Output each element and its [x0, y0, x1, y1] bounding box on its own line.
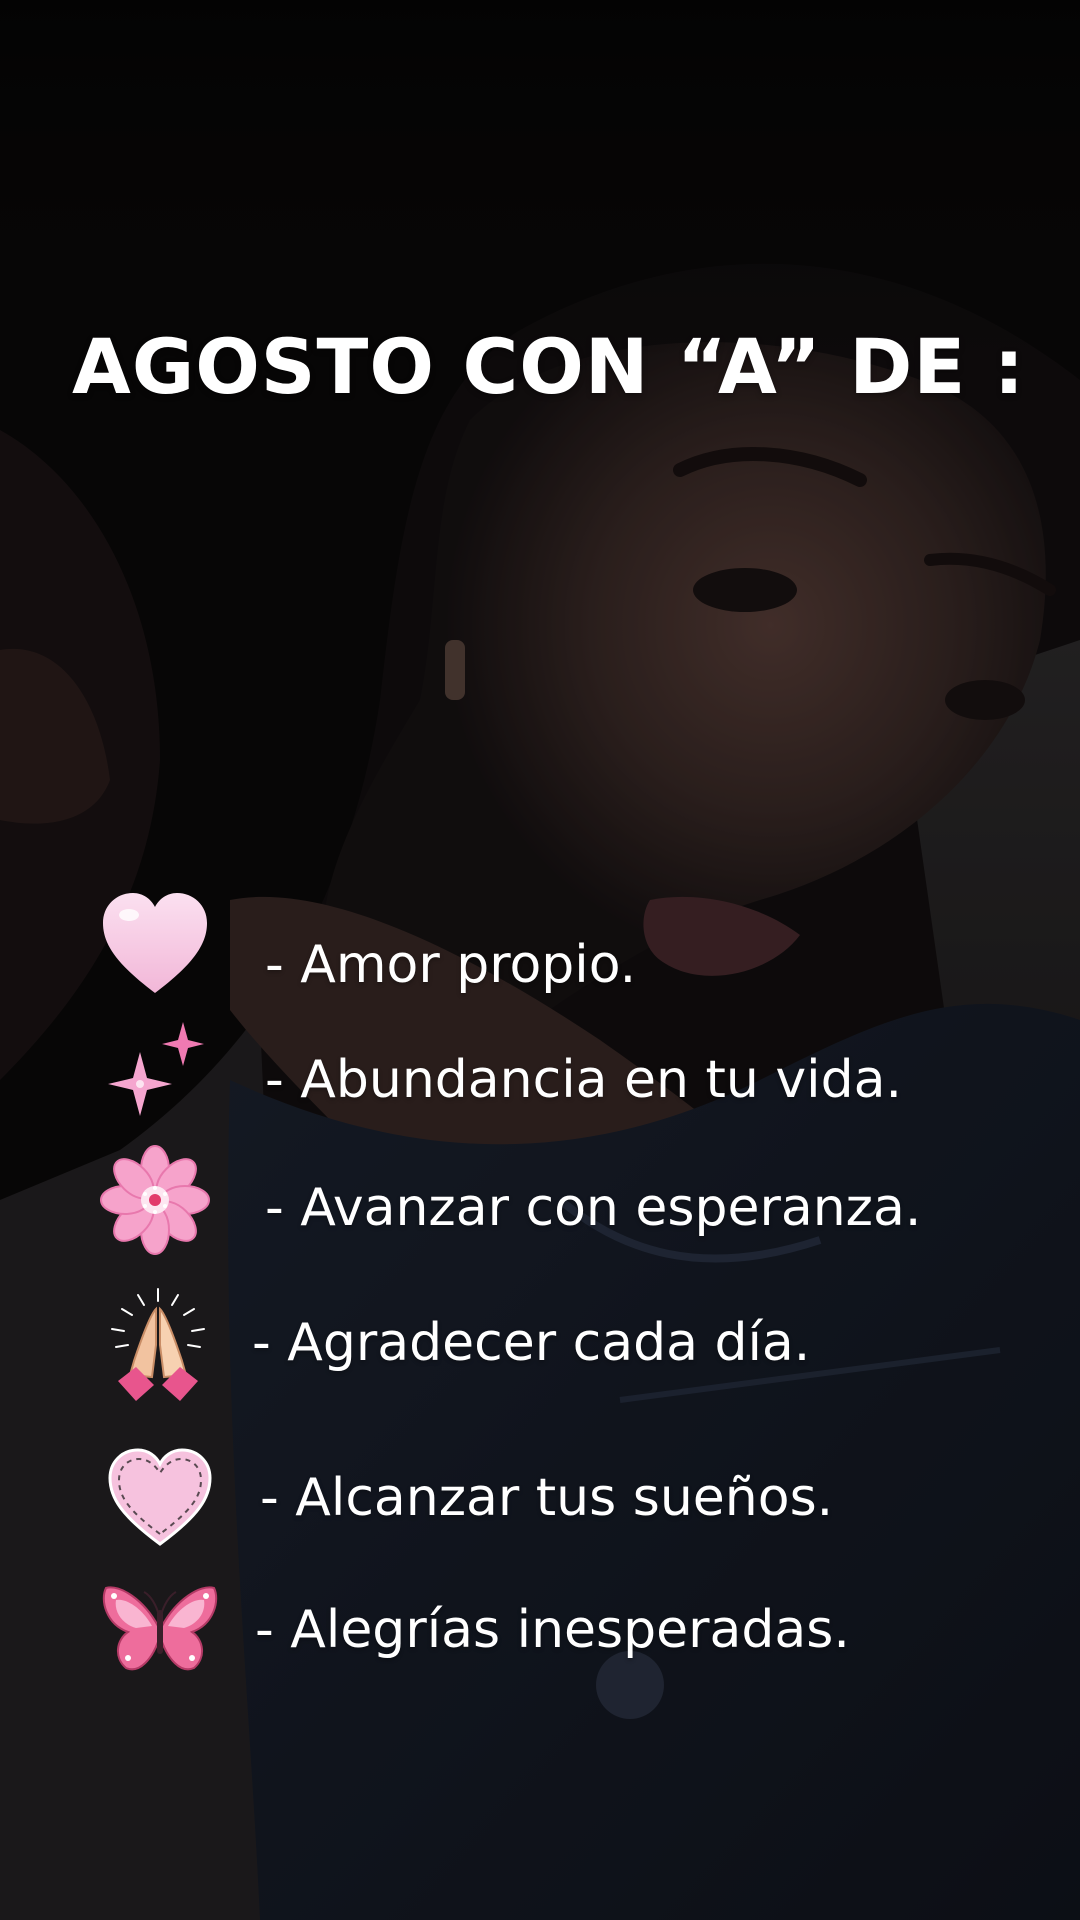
list-item-label: - Abundancia en tu vida.: [265, 1050, 903, 1110]
white-heart-icon: [95, 885, 215, 1005]
list-item: - Avanzar con esperanza.: [0, 1140, 1080, 1260]
cherry-blossom-icon: [95, 1140, 215, 1260]
list-item-label: - Avanzar con esperanza.: [265, 1178, 922, 1238]
stitched-heart-icon: [100, 1440, 220, 1560]
list-item: - Abundancia en tu vida.: [0, 1020, 1080, 1140]
list-item: - Agradecer cada día.: [0, 1285, 1080, 1405]
list-item: - Alegrías inesperadas.: [0, 1570, 1080, 1690]
praying-hands-icon: [100, 1285, 220, 1405]
list-item: - Amor propio.: [0, 885, 1080, 1005]
list-item-label: - Agradecer cada día.: [252, 1313, 811, 1373]
list-item-label: - Amor propio.: [265, 935, 637, 995]
list-item-label: - Alcanzar tus sueños.: [260, 1468, 834, 1528]
list-item: - Alcanzar tus sueños.: [0, 1440, 1080, 1560]
list-item-label: - Alegrías inesperadas.: [255, 1600, 850, 1660]
butterfly-icon: [100, 1570, 220, 1690]
sparkles-icon: [100, 1020, 220, 1140]
page-title: AGOSTO CON “A” DE :: [72, 322, 1026, 411]
